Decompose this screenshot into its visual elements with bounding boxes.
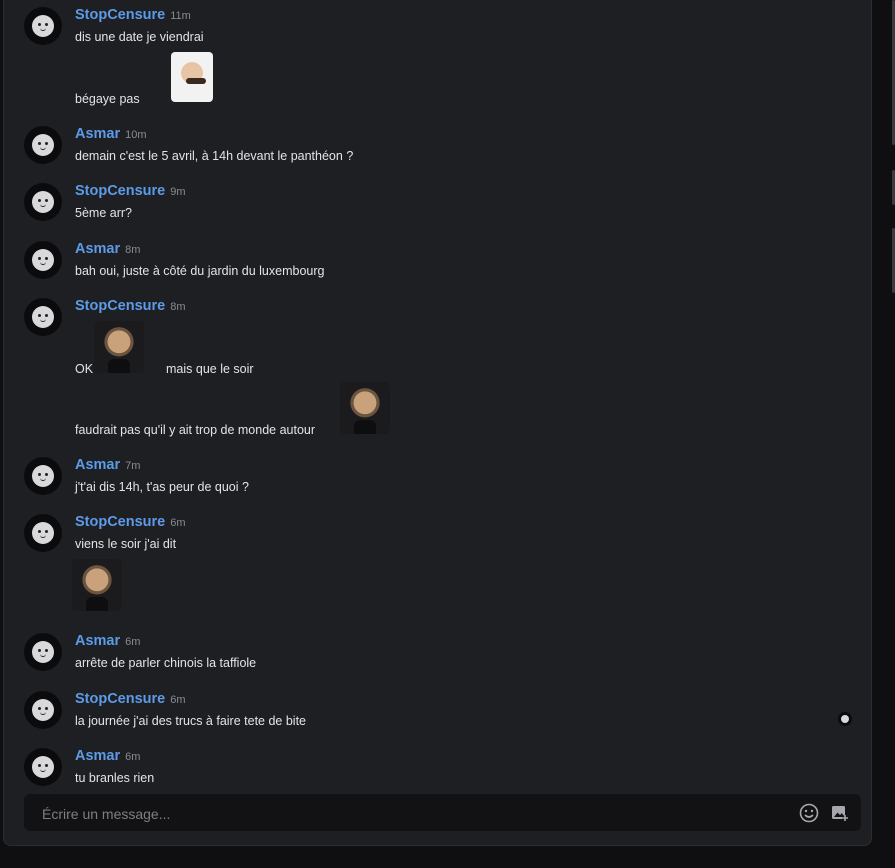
message-text: arrête de parler chinois la taffiole xyxy=(75,656,257,670)
message-text: faudrait pas qu'il y ait trop de monde a… xyxy=(75,423,316,437)
message-text: dis une date je viendrai xyxy=(75,30,204,44)
message-text: la journée j'ai des trucs à faire tete d… xyxy=(75,714,306,728)
sticker-image xyxy=(72,559,122,611)
timestamp: 11m xyxy=(170,10,191,22)
sticker-image xyxy=(171,52,213,102)
message-text: OK xyxy=(75,362,94,376)
author-name[interactable]: Asmar xyxy=(75,241,120,257)
timestamp: 6m xyxy=(125,751,141,763)
timestamp: 6m xyxy=(170,517,186,529)
avatar[interactable] xyxy=(24,748,62,786)
sticker-image xyxy=(340,382,390,434)
avatar[interactable] xyxy=(24,183,62,221)
avatar[interactable] xyxy=(24,126,62,164)
avatar[interactable] xyxy=(24,7,62,45)
avatar[interactable] xyxy=(24,514,62,552)
timestamp: 8m xyxy=(170,301,186,313)
message-text: bah oui, juste à côté du jardin du luxem… xyxy=(75,264,325,278)
author-name[interactable]: StopCensure xyxy=(75,691,165,707)
author-name[interactable]: Asmar xyxy=(75,457,120,473)
timestamp: 6m xyxy=(125,636,141,648)
author-name[interactable]: StopCensure xyxy=(75,514,165,530)
avatar[interactable] xyxy=(24,633,62,671)
message-text: demain c'est le 5 avril, à 14h devant le… xyxy=(75,149,354,163)
message-input[interactable] xyxy=(40,794,784,833)
avatar[interactable] xyxy=(24,457,62,495)
author-name[interactable]: Asmar xyxy=(75,748,120,764)
author-name[interactable]: Asmar xyxy=(75,126,120,142)
message-text: j't'ai dis 14h, t'as peur de quoi ? xyxy=(75,480,249,494)
read-receipt-avatar[interactable] xyxy=(838,712,852,726)
author-name[interactable]: StopCensure xyxy=(75,183,165,199)
author-name[interactable]: StopCensure xyxy=(75,298,165,314)
author-name[interactable]: StopCensure xyxy=(75,7,165,23)
timestamp: 9m xyxy=(170,186,186,198)
timestamp: 6m xyxy=(170,694,186,706)
message-text: viens le soir j'ai dit xyxy=(75,537,177,551)
author-name[interactable]: Asmar xyxy=(75,633,120,649)
emoji-icon[interactable] xyxy=(799,803,819,823)
timestamp: 10m xyxy=(125,129,147,141)
message-text: bégaye pas xyxy=(75,92,140,106)
timestamp: 7m xyxy=(125,460,141,472)
chat-panel: StopCensure 11m dis une date je viendrai … xyxy=(3,0,872,846)
avatar[interactable] xyxy=(24,298,62,336)
message-composer xyxy=(24,794,861,833)
avatar[interactable] xyxy=(24,241,62,279)
sticker-image xyxy=(94,321,144,373)
message-text: tu branles rien xyxy=(75,771,155,785)
avatar[interactable] xyxy=(24,691,62,729)
message-text: 5ème arr? xyxy=(75,206,132,220)
message-text: mais que le soir xyxy=(166,362,254,376)
add-image-icon[interactable] xyxy=(830,803,850,823)
timestamp: 8m xyxy=(125,244,141,256)
